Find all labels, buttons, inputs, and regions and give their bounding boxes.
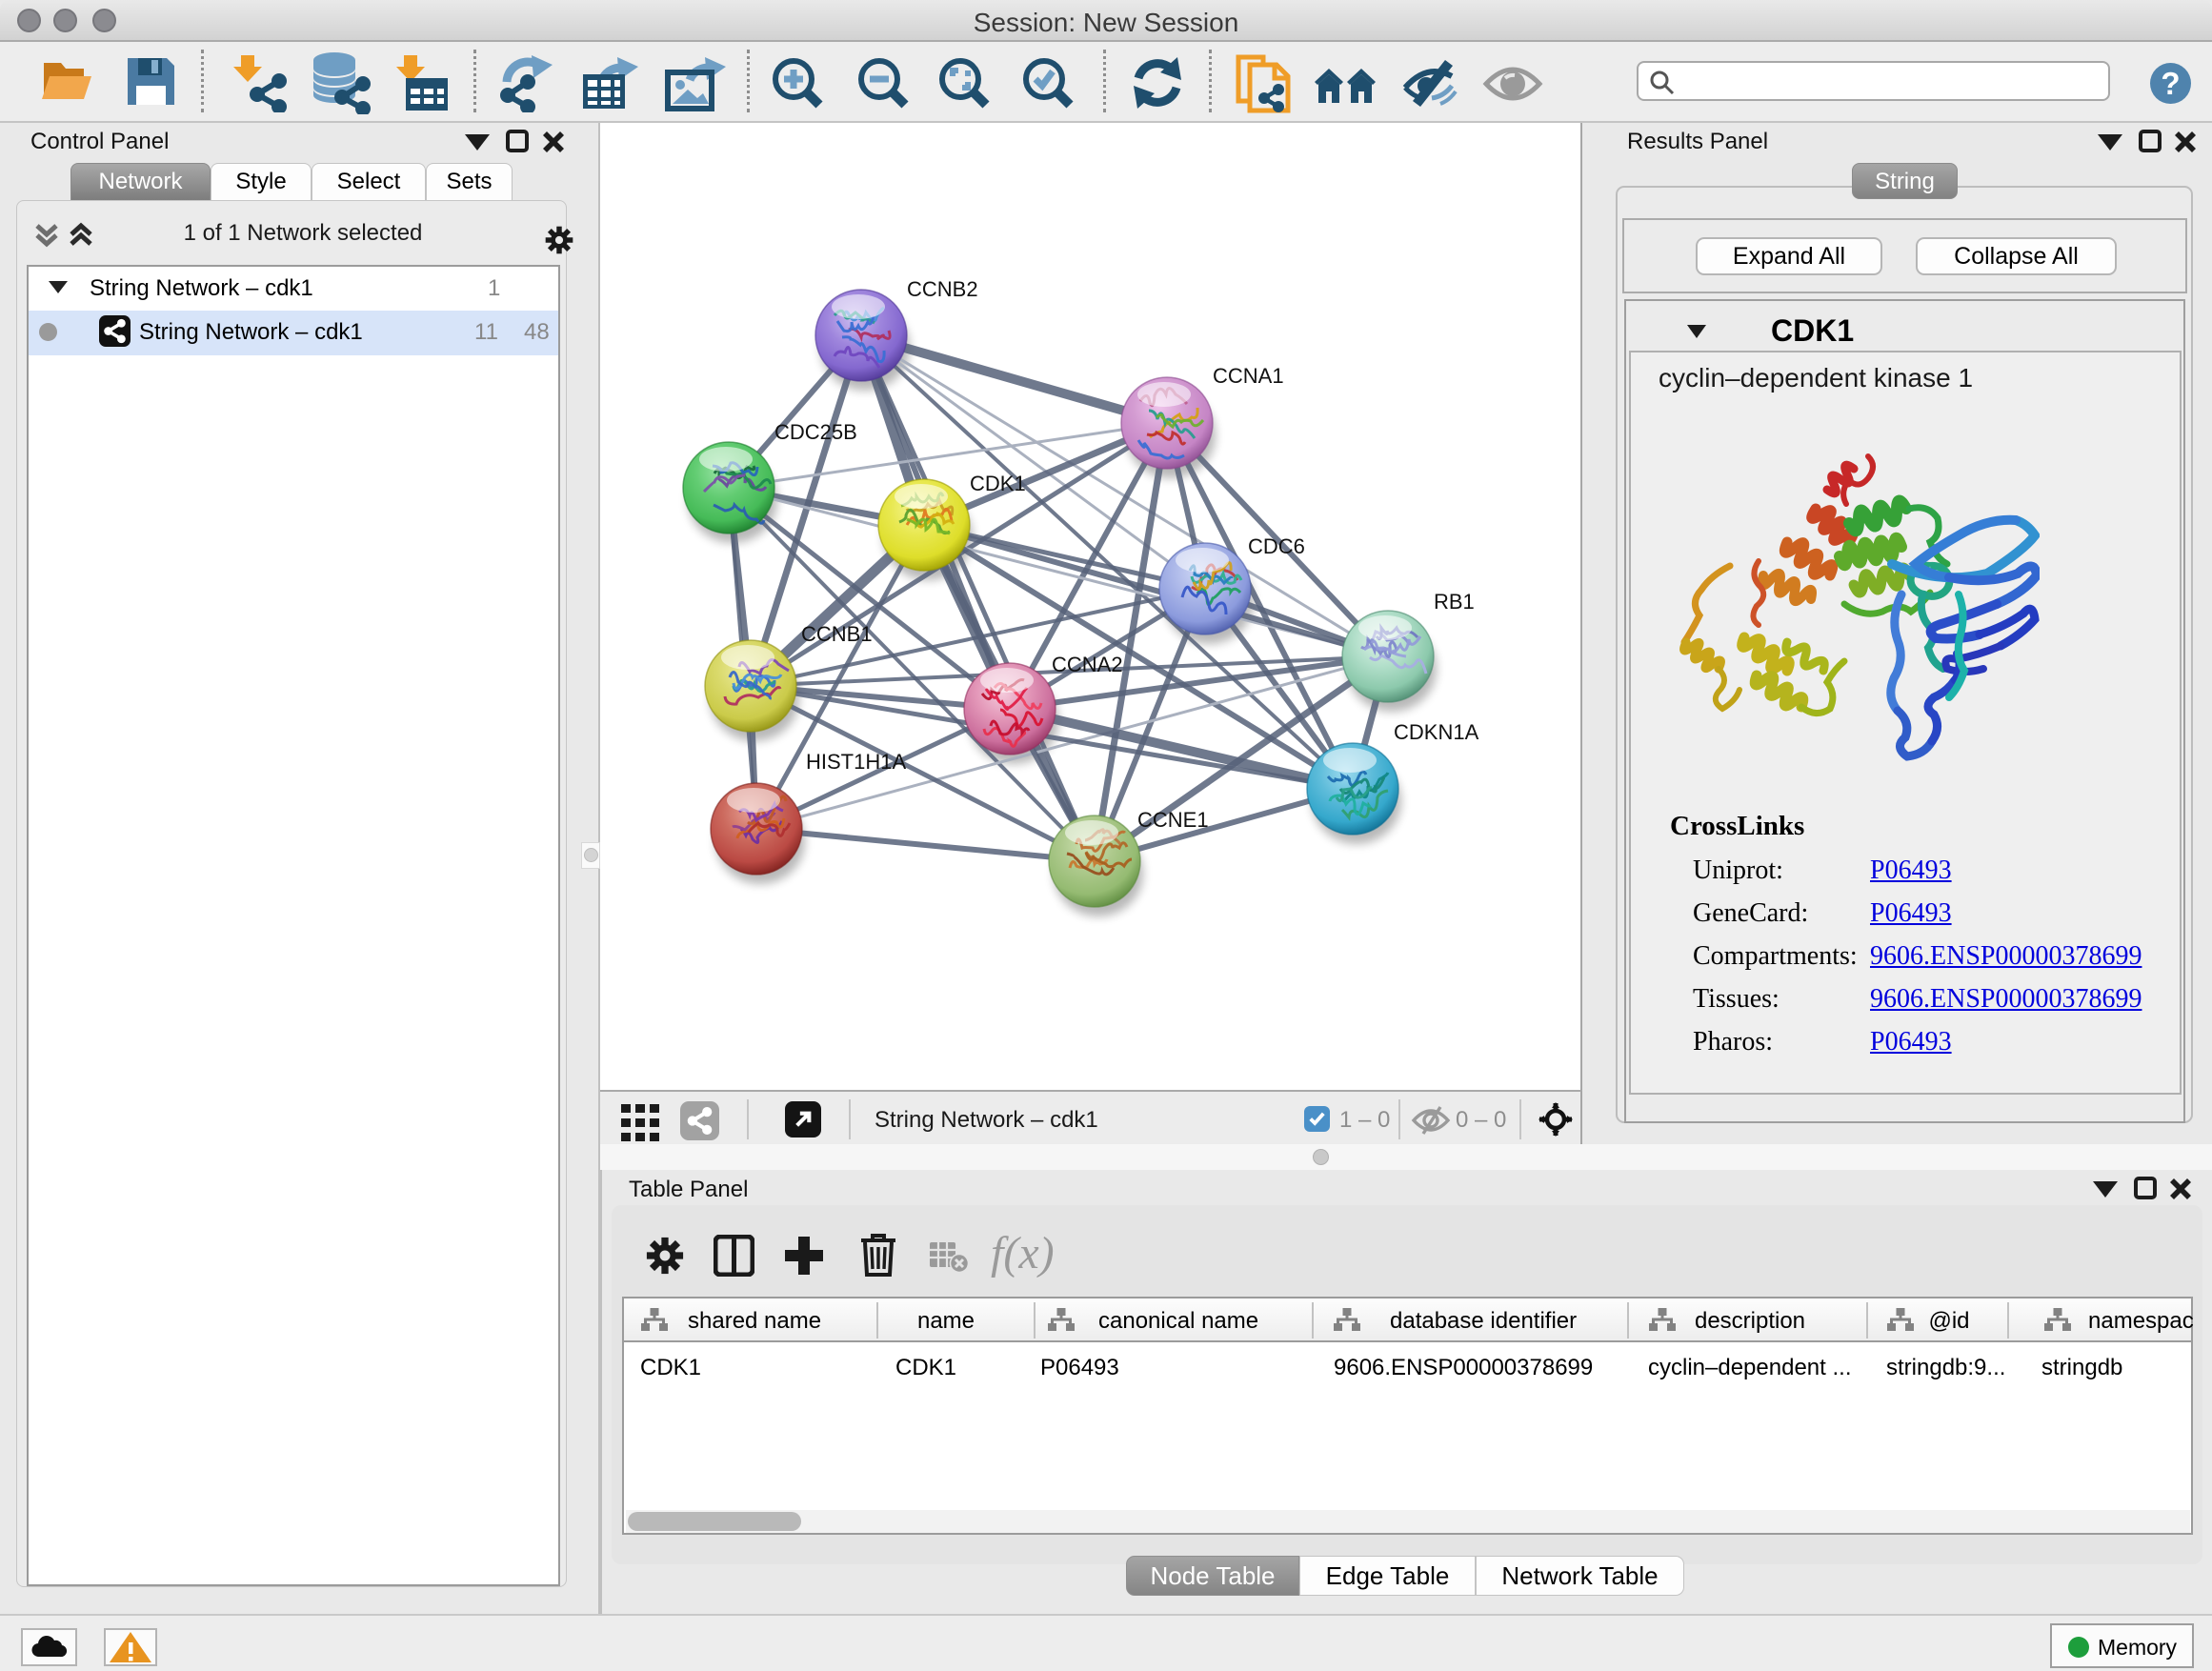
svg-text:CDC25B: CDC25B (774, 420, 857, 444)
svg-text:CCNB1: CCNB1 (801, 622, 873, 646)
svg-text:CCNA2: CCNA2 (1052, 653, 1123, 676)
svg-text:CDK1: CDK1 (970, 472, 1026, 495)
svg-text:CCNE1: CCNE1 (1137, 808, 1209, 832)
svg-text:CDC6: CDC6 (1248, 534, 1305, 558)
svg-text:RB1: RB1 (1434, 590, 1475, 614)
svg-text:CCNA1: CCNA1 (1213, 364, 1284, 388)
svg-text:CCNB2: CCNB2 (907, 277, 978, 301)
svg-text:HIST1H1A: HIST1H1A (806, 750, 906, 774)
svg-text:CDKN1A: CDKN1A (1394, 720, 1479, 744)
